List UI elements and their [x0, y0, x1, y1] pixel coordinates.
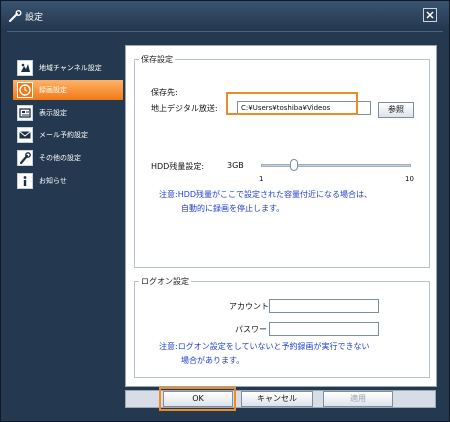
info-icon: [17, 173, 33, 189]
hdd-note-line-2: 自動的に録画を停止します。: [181, 204, 285, 213]
settings-content-panel: 保存設定 保存先: 地上デジタル放送: C:¥Users¥toshiba¥Vid…: [125, 45, 437, 387]
display-icon: [17, 105, 33, 121]
settings-wrench-icon: [9, 10, 22, 22]
save-destination-label: 保存先:: [151, 88, 178, 97]
title-bar: 設定: [1, 1, 449, 31]
sidebar-item-recording[interactable]: 録画設定: [13, 80, 123, 100]
window-title: 設定: [25, 13, 44, 23]
region-channel-icon: [17, 60, 33, 76]
terrestrial-digital-label: 地上デジタル放送:: [151, 104, 218, 113]
sidebar-item-label: お知らせ: [39, 177, 67, 185]
hdd-remaining-label: HDD残量設定:: [151, 162, 205, 171]
sidebar-item-label: メール予約設定: [39, 131, 88, 139]
sidebar-item-label: 録画設定: [39, 86, 67, 94]
save-settings-legend: 保存設定: [141, 55, 173, 64]
account-label: アカウント:: [229, 302, 272, 311]
sidebar-item-mail[interactable]: メール予約設定: [13, 125, 123, 145]
logon-note-line-2: 場合があります。: [181, 356, 245, 365]
sidebar-item-region-channel[interactable]: 地域チャンネル設定: [13, 58, 123, 78]
apply-button[interactable]: 適用: [323, 391, 393, 407]
cancel-button[interactable]: キャンセル: [241, 391, 313, 407]
save-path-field[interactable]: C:¥Users¥toshiba¥Videos: [237, 101, 371, 115]
save-settings-group: 保存設定 保存先: 地上デジタル放送: C:¥Users¥toshiba¥Vid…: [134, 54, 430, 268]
wrench-icon: [17, 150, 33, 166]
hdd-remaining-value: 3GB: [227, 161, 244, 170]
hdd-slider-track[interactable]: [261, 164, 411, 167]
close-button[interactable]: [423, 8, 437, 22]
ok-button[interactable]: OK: [163, 391, 233, 407]
close-icon: [426, 11, 434, 19]
title-separator: [7, 31, 443, 32]
sidebar-item-display[interactable]: 表示設定: [13, 103, 123, 123]
hdd-note-line-1: 注意:HDD残量がここで設定された容量付近になる場合は、: [159, 190, 373, 199]
password-input[interactable]: [269, 322, 379, 336]
slider-min-label: 1: [259, 175, 264, 183]
sidebar-item-label: 表示設定: [39, 109, 67, 117]
browse-button[interactable]: 参照: [378, 102, 414, 118]
sidebar-item-label: その他の設定: [39, 154, 81, 162]
sidebar-item-label: 地域チャンネル設定: [39, 64, 102, 72]
account-input[interactable]: [269, 299, 379, 313]
logon-settings-group: ログオン設定 アカウント: パスワード: 注意:ログオン設定をしていないと予約録…: [134, 276, 430, 378]
sidebar-item-notice[interactable]: お知らせ: [13, 171, 123, 191]
record-clock-icon: [17, 82, 33, 98]
logon-settings-legend: ログオン設定: [141, 277, 189, 286]
sidebar-item-other[interactable]: その他の設定: [13, 148, 123, 168]
logon-note-line-1: 注意:ログオン設定をしていないと予約録画が実行できない: [159, 342, 370, 351]
hdd-slider-thumb[interactable]: [290, 159, 299, 171]
mail-icon: [17, 127, 33, 143]
settings-window: 設定 地域チャンネル設定 録画設定 表示設定 メール予約設定 その他の設定 お知…: [0, 0, 450, 422]
slider-max-label: 10: [405, 175, 414, 183]
